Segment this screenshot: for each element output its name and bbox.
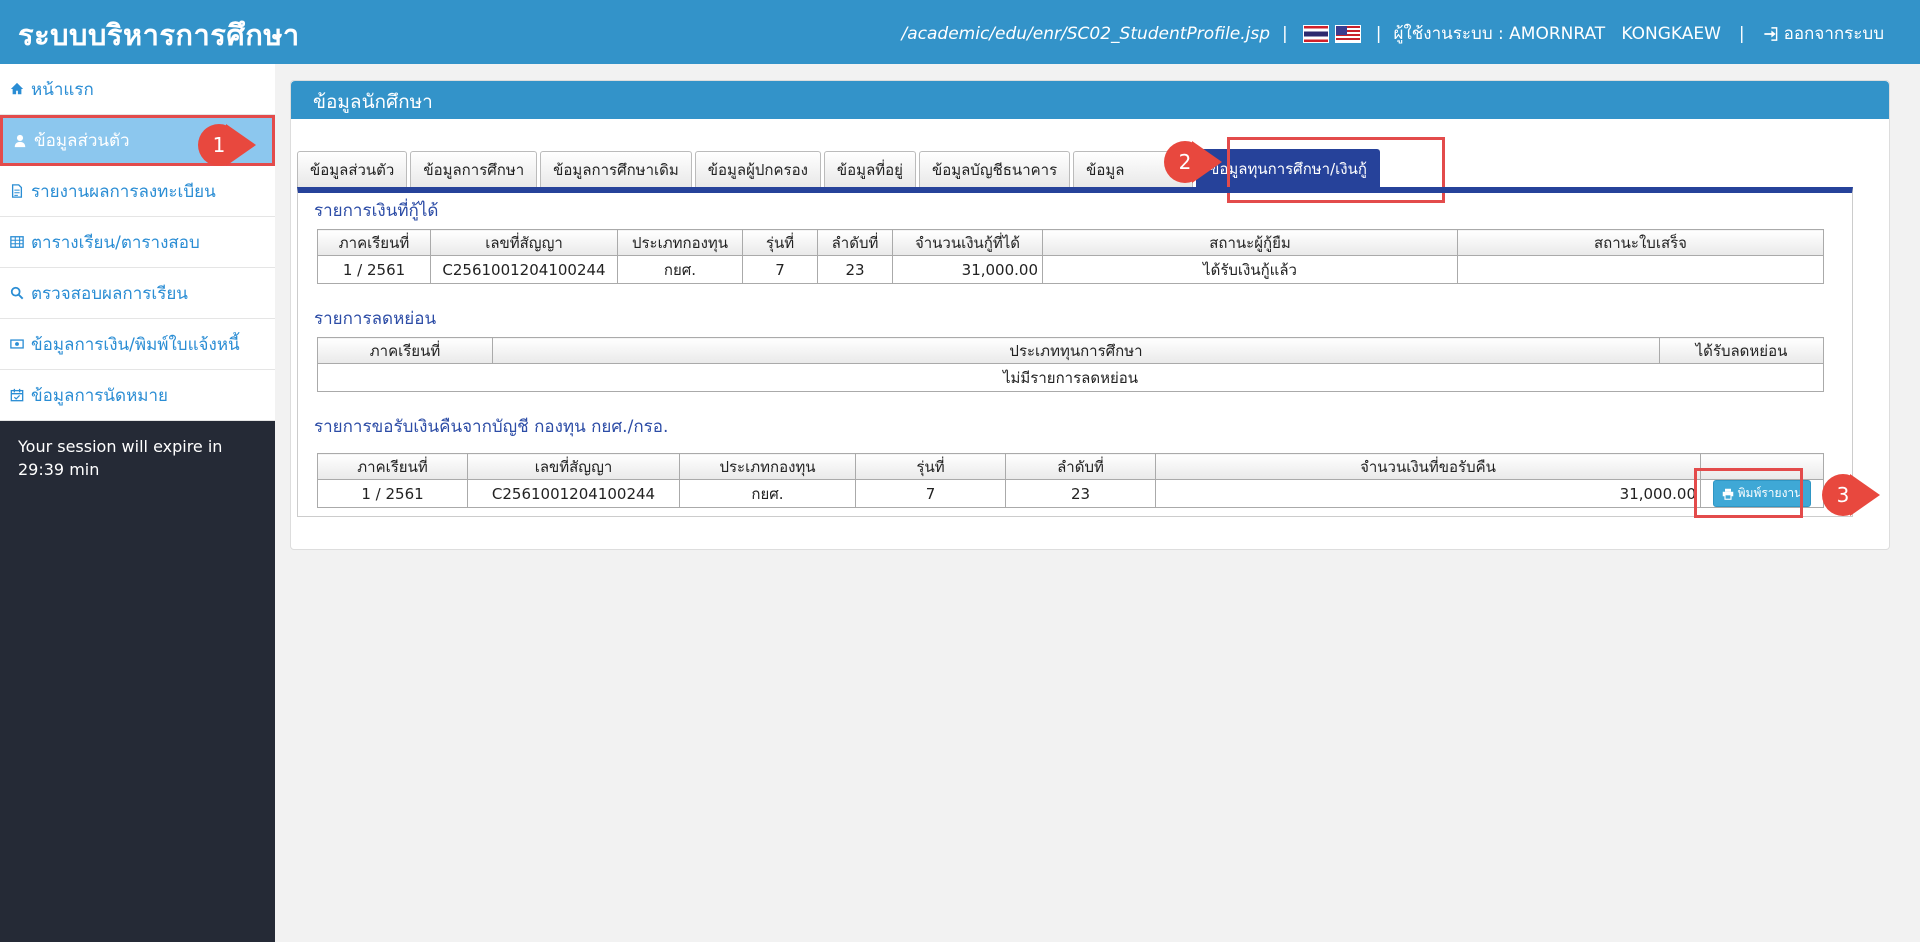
callout-number: 3 (1822, 474, 1864, 516)
sidebar-item-grades[interactable]: ตรวจสอบผลการเรียน (0, 268, 275, 319)
callout-number: 1 (198, 124, 240, 166)
session-timer: Your session will expire in 29:39 min (18, 437, 223, 479)
table-cell: 23 (1005, 479, 1156, 508)
logout-label: ออกจากระบบ (1783, 24, 1884, 44)
table-cell: 1 / 2561 (317, 255, 431, 284)
column-header: สถานะผู้กู้ยืม (1042, 229, 1458, 256)
sidebar-item-registration-report[interactable]: รายงานผลการลงทะเบียน (0, 166, 275, 217)
table-row: 1 / 2561 C2561001204100244 กยศ. 7 23 31,… (317, 255, 1824, 284)
sidebar-item-label: ข้อมูลการเงิน/พิมพ์ใบแจ้งหนี้ (31, 334, 240, 355)
table-cell: 7 (742, 255, 818, 284)
sidebar-item-appointments[interactable]: ข้อมูลการนัดหมาย (0, 370, 275, 421)
table-cell (1457, 255, 1824, 284)
column-header: รุ่นที่ (742, 229, 818, 256)
column-header: ภาคเรียนที่ (317, 453, 468, 480)
refunds-table: ภาคเรียนที่ เลขที่สัญญา ประเภทกองทุน รุ่… (317, 453, 1824, 508)
sidebar-item-label: ตารางเรียน/ตารางสอบ (31, 232, 200, 253)
table-cell: 23 (817, 255, 893, 284)
table-cell: C2561001204100244 (467, 479, 680, 508)
divider: | (1282, 23, 1288, 44)
column-header: เลขที่สัญญา (467, 453, 680, 480)
table-row: ไม่มีรายการลดหย่อน (317, 363, 1824, 392)
panel-title: ข้อมูลนักศึกษา (291, 81, 1889, 119)
sidebar-item-label: ข้อมูลส่วนตัว (34, 131, 130, 151)
table-header-row: ภาคเรียนที่ ประเภททุนการศึกษา ได้รับลดหย… (317, 337, 1824, 364)
home-icon (10, 82, 24, 95)
column-header: ได้รับลดหย่อน (1659, 337, 1824, 364)
column-header: ประเภทกองทุน (617, 229, 743, 256)
table-header-row: ภาคเรียนที่ เลขที่สัญญา ประเภทกองทุน รุ่… (317, 229, 1824, 256)
callout-number: 2 (1164, 141, 1206, 183)
current-user: ผู้ใช้งานระบบ : AMORNRAT KONGKAEW (1393, 24, 1721, 44)
app-brand: ระบบบริหารการศึกษา (18, 18, 300, 52)
column-header: ลำดับที่ (817, 229, 893, 256)
table-header-row: ภาคเรียนที่ เลขที่สัญญา ประเภทกองทุน รุ่… (317, 453, 1824, 480)
search-icon (10, 286, 24, 300)
table-cell: ได้รับเงินกู้แล้ว (1042, 255, 1458, 284)
column-header: ภาคเรียนที่ (317, 337, 493, 364)
sidebar-item-label: หน้าแรก (31, 79, 94, 100)
table-cell: 31,000.00 (1155, 479, 1701, 508)
student-info-panel: ข้อมูลนักศึกษา ข้อมูลส่วนตัว ข้อมูลการศึ… (290, 80, 1890, 550)
tab-bank-account[interactable]: ข้อมูลบัญชีธนาคาร (918, 151, 1071, 187)
table-cell: 7 (855, 479, 1006, 508)
top-bar: ระบบบริหารการศึกษา /academic/edu/enr/SC0… (0, 0, 1920, 64)
callout-marker-3: 3 (1822, 474, 1880, 516)
column-header: รุ่นที่ (855, 453, 1006, 480)
table-cell: 1 / 2561 (317, 479, 468, 508)
table-row: 1 / 2561 C2561001204100244 กยศ. 7 23 31,… (317, 479, 1824, 508)
callout-marker-2: 2 (1164, 141, 1222, 183)
calendar-icon (10, 388, 24, 402)
tab-education[interactable]: ข้อมูลการศึกษา (410, 151, 538, 187)
column-header: จำนวนเงินกู้ที่ได้ (892, 229, 1043, 256)
empty-message: ไม่มีรายการลดหย่อน (317, 363, 1824, 392)
tab-content: รายการเงินที่กู้ได้ ภาคเรียนที่ เลขที่สั… (297, 187, 1853, 517)
divider: | (1375, 23, 1382, 44)
column-header: จำนวนเงินที่ขอรับคืน (1155, 453, 1701, 480)
us-flag-icon[interactable] (1334, 24, 1361, 43)
sidebar-item-label: ตรวจสอบผลการเรียน (31, 283, 188, 304)
tab-previous-education[interactable]: ข้อมูลการศึกษาเดิม (540, 151, 692, 187)
sidebar-item-home[interactable]: หน้าแรก (0, 64, 275, 115)
page-path: /academic/edu/enr/SC02_StudentProfile.js… (901, 23, 1271, 44)
tab-personal[interactable]: ข้อมูลส่วนตัว (297, 151, 408, 187)
discounts-table: ภาคเรียนที่ ประเภททุนการศึกษา ได้รับลดหย… (317, 337, 1824, 392)
column-header: เลขที่สัญญา (430, 229, 618, 256)
table-cell: C2561001204100244 (430, 255, 618, 284)
table-cell: กยศ. (679, 479, 856, 508)
logout-icon (1764, 27, 1777, 41)
sidebar-item-timetable[interactable]: ตารางเรียน/ตารางสอบ (0, 217, 275, 268)
column-header: ประเภทกองทุน (679, 453, 856, 480)
discounts-section-title: รายการลดหย่อน (314, 309, 437, 329)
column-header: ลำดับที่ (1005, 453, 1156, 480)
sidebar-item-finance[interactable]: ข้อมูลการเงิน/พิมพ์ใบแจ้งหนี้ (0, 319, 275, 370)
money-icon (10, 339, 24, 349)
tab-guardian[interactable]: ข้อมูลผู้ปกครอง (694, 151, 821, 187)
column-header: ภาคเรียนที่ (317, 229, 431, 256)
loans-section-title: รายการเงินที่กู้ได้ (314, 201, 439, 221)
print-button-highlight-box (1694, 468, 1803, 518)
thai-flag-icon[interactable] (1302, 24, 1329, 43)
table-icon (10, 236, 24, 248)
divider: | (1738, 23, 1745, 44)
document-icon (11, 184, 23, 198)
sidebar: หน้าแรก ข้อมูลส่วนตัว รายงานผลการลงทะเบี… (0, 64, 275, 942)
sidebar-item-label: รายงานผลการลงทะเบียน (31, 181, 216, 202)
loans-table: ภาคเรียนที่ เลขที่สัญญา ประเภทกองทุน รุ่… (317, 229, 1824, 284)
top-right-bar: /academic/edu/enr/SC02_StudentProfile.js… (902, 20, 1884, 47)
sidebar-menu: หน้าแรก ข้อมูลส่วนตัว รายงานผลการลงทะเบี… (0, 64, 275, 421)
refunds-section-title: รายการขอรับเงินคืนจากบัญชี กองทุน กยศ./ก… (314, 417, 669, 437)
user-icon (14, 134, 26, 147)
tab-address[interactable]: ข้อมูลที่อยู่ (823, 151, 916, 187)
column-header: ประเภททุนการศึกษา (492, 337, 1660, 364)
logout-link[interactable]: ออกจากระบบ (1763, 20, 1884, 47)
table-cell: 31,000.00 (892, 255, 1043, 284)
sidebar-item-label: ข้อมูลการนัดหมาย (31, 385, 169, 406)
table-cell: กยศ. (617, 255, 743, 284)
callout-marker-1: 1 (198, 124, 256, 166)
column-header: สถานะใบเสร็จ (1457, 229, 1824, 256)
